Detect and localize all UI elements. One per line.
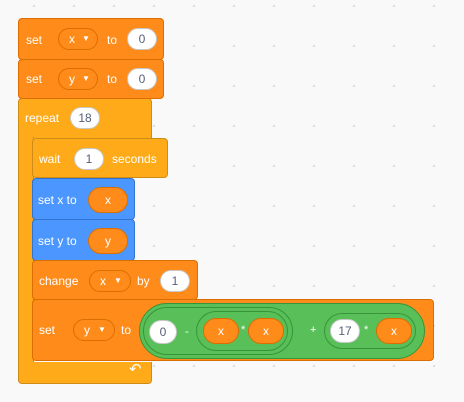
to-label: to	[107, 72, 118, 86]
times-label: *	[364, 324, 369, 336]
set-keyword: set	[39, 323, 56, 337]
variable-dropdown-y[interactable]: y ▼	[73, 319, 115, 341]
x-reporter[interactable]: x	[203, 318, 239, 344]
dropdown-arrow-icon: ▼	[114, 276, 122, 285]
x-reporter[interactable]: x	[88, 187, 128, 213]
variable-name: x	[69, 32, 75, 46]
variable-dropdown-x[interactable]: x ▼	[58, 28, 98, 50]
change-x-block[interactable]: change x ▼ by 1	[32, 260, 198, 300]
minus-label: -	[185, 326, 189, 338]
wait-seconds-input[interactable]: 1	[74, 148, 104, 170]
variable-name: x	[100, 274, 106, 288]
set-y-value-input[interactable]: 0	[127, 68, 157, 90]
rotate-arrow-icon: ↶	[129, 361, 142, 378]
to-label: to	[107, 33, 118, 47]
variable-dropdown-x[interactable]: x ▼	[89, 270, 131, 292]
set-y-block[interactable]: set y ▼ to 0	[18, 59, 164, 99]
multiply-operator[interactable]: x * x	[196, 311, 288, 351]
set-x-block[interactable]: set x ▼ to 0	[18, 18, 164, 60]
zero-input[interactable]: 0	[149, 320, 177, 344]
set-x-to-block[interactable]: set x to x	[32, 178, 135, 220]
to-label: to	[121, 323, 132, 337]
x-reporter[interactable]: x	[376, 318, 412, 344]
set-y-to-block[interactable]: set y to y	[32, 219, 135, 261]
repeat-block[interactable]: repeat 18	[18, 98, 152, 138]
seventeen-input[interactable]: 17	[330, 319, 360, 343]
wait-block[interactable]: wait 1 seconds	[32, 138, 168, 178]
set-x-to-label: set x to	[38, 193, 77, 207]
seconds-label: seconds	[112, 152, 157, 166]
set-y-expression-block[interactable]: set y ▼ to 0 - x * x + 17 * x	[32, 299, 434, 361]
multiply-operator[interactable]: 17 * x	[324, 313, 416, 349]
dropdown-arrow-icon: ▼	[82, 74, 90, 83]
change-label: change	[39, 274, 79, 288]
set-y-to-label: set y to	[38, 234, 77, 248]
add-operator[interactable]: 0 - x * x + 17 * x	[139, 303, 425, 359]
plus-label: +	[310, 324, 317, 336]
dropdown-arrow-icon: ▼	[98, 325, 106, 334]
variable-dropdown-y[interactable]: y ▼	[58, 68, 98, 90]
by-label: by	[137, 274, 150, 288]
repeat-footer: ↶	[18, 362, 152, 384]
change-value-input[interactable]: 1	[160, 270, 190, 292]
wait-label: wait	[39, 152, 61, 166]
y-reporter[interactable]: y	[88, 228, 128, 254]
dropdown-arrow-icon: ▼	[82, 34, 90, 43]
set-keyword: set	[26, 72, 43, 86]
times-label: *	[241, 324, 246, 336]
repeat-count-input[interactable]: 18	[70, 107, 100, 129]
set-x-value-input[interactable]: 0	[127, 28, 157, 50]
repeat-label: repeat	[25, 111, 60, 125]
variable-name: y	[84, 323, 90, 337]
subtract-operator[interactable]: 0 - x * x	[143, 307, 293, 355]
set-keyword: set	[26, 33, 43, 47]
x-reporter[interactable]: x	[248, 318, 284, 344]
variable-name: y	[69, 72, 75, 86]
